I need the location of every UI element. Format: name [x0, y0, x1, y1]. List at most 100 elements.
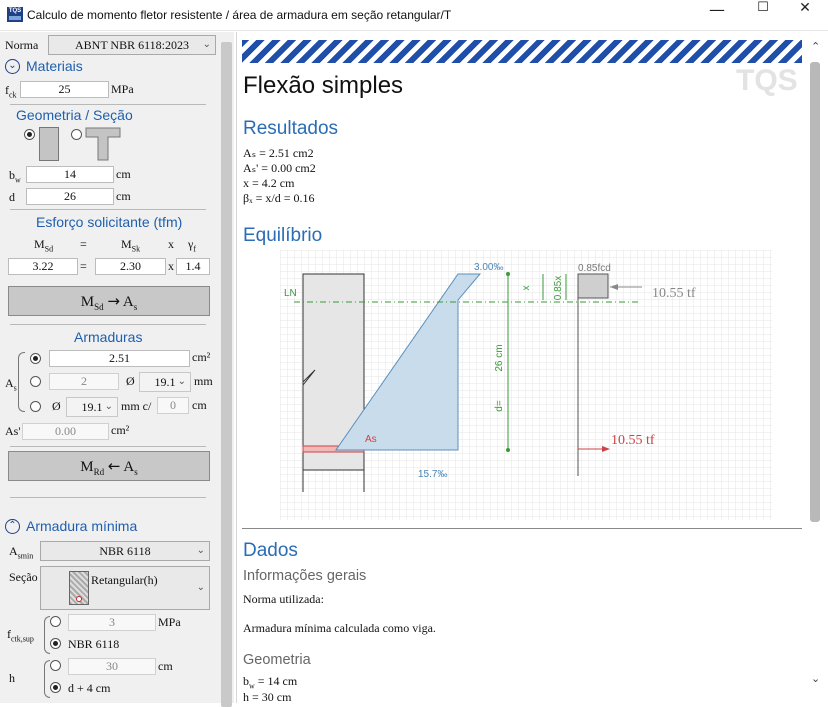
h-custom-radio[interactable] [50, 660, 61, 671]
geometria-title: Geometria / Seção [16, 107, 133, 123]
fctk-input[interactable]: 3 [68, 614, 156, 631]
d-dimension-label: 26 cm [494, 344, 505, 371]
msk-label: MSk [121, 237, 141, 254]
fctk-custom-radio[interactable] [50, 616, 61, 627]
fctk-norm-label: NBR 6118 [68, 637, 120, 651]
d-input[interactable]: 26 [26, 188, 114, 205]
bar-count-input[interactable]: 2 [49, 373, 119, 390]
divider [10, 497, 206, 498]
report-title: Flexão simples [243, 72, 404, 99]
fck-input[interactable]: 25 [20, 81, 109, 98]
divider [242, 528, 802, 529]
tqs-watermark: TQS [736, 64, 798, 97]
asl-input[interactable]: 0.00 [22, 423, 109, 440]
calc-as-button[interactable]: MSd → As [8, 286, 210, 316]
fck-label: fck [5, 83, 17, 100]
norma-select[interactable]: ABNT NBR 6118:2023 ⌄ [48, 35, 216, 55]
bottom-force-label: 10.55 tf [611, 433, 655, 448]
fctk-label: fctk,sup [7, 627, 34, 644]
diameter-select-2-value: 19.1 [81, 400, 103, 414]
compression-block [577, 273, 609, 299]
close-button[interactable]: ✕ [782, 0, 828, 31]
minima-line: Armadura mínima calculada como viga. [243, 621, 436, 635]
top-force-label: 10.55 tf [652, 286, 696, 301]
secao-select[interactable]: Retangular(h) ⌄ [40, 566, 210, 610]
section-t-radio[interactable] [71, 129, 82, 140]
ln-label: LN [284, 288, 297, 299]
msk-input[interactable]: 2.30 [95, 258, 166, 275]
collapse-materiais-icon[interactable]: ⌄ [5, 59, 20, 74]
dados-title: Dados [243, 540, 298, 561]
msd-label: MSd [34, 237, 54, 254]
fctk-norm-radio[interactable] [50, 638, 61, 649]
divider [10, 209, 206, 210]
d-equals-label: d= [494, 400, 505, 412]
gf-label: γf [188, 237, 196, 254]
materiais-title: Materiais [26, 58, 83, 74]
calc-mrd-button[interactable]: MRd ← As [8, 451, 210, 481]
equals-sign-2: = [80, 259, 87, 273]
bottom-strain-label: 15.7‰ [418, 469, 447, 480]
norma-line: Norma utilizada: [243, 592, 324, 606]
phi-symbol-2: Ø [52, 399, 61, 413]
times-sign-2: x [168, 259, 174, 273]
d-unit: cm [116, 189, 131, 203]
app-icon: TQS [7, 7, 23, 22]
chevron-down-icon: ⌄ [196, 545, 205, 556]
secao-select-value: Retangular(h) [91, 573, 158, 587]
h-label: h [9, 671, 15, 685]
divider [10, 324, 206, 325]
as-direct-radio[interactable] [30, 353, 41, 364]
as-spacing-radio[interactable] [30, 401, 41, 412]
mm-unit: mm [194, 374, 213, 388]
as-unit: cm² [192, 350, 211, 364]
msd-input[interactable]: 3.22 [8, 258, 78, 275]
bw-line: bw = 14 cm [243, 674, 298, 691]
minima-title: Armadura mínima [26, 518, 138, 534]
top-strain-label: 3.00‰ [474, 262, 503, 273]
equilibrio-title: Equilíbrio [243, 225, 323, 246]
section-rect-radio[interactable] [24, 129, 35, 140]
spacing-input[interactable]: 0 [157, 397, 189, 414]
armaduras-title: Armaduras [74, 329, 143, 345]
diameter-select-2[interactable]: 19.1 ⌄ [66, 397, 118, 417]
asl-unit: cm² [111, 423, 130, 437]
bw-input[interactable]: 14 [26, 166, 114, 183]
left-scrollbar-thumb[interactable] [221, 42, 232, 707]
rect-hatch-icon [69, 571, 89, 605]
esforco-title: Esforço solicitante (tfm) [36, 214, 183, 230]
collapse-minima-icon[interactable]: ⌃ [5, 519, 20, 534]
h-input[interactable]: 30 [68, 658, 156, 675]
result-line: Aₛ' = 0.00 cm2 [243, 161, 316, 175]
h-auto-label: d + 4 cm [68, 681, 111, 695]
rect-section-icon [39, 127, 59, 161]
chevron-down-icon: ⌄ [104, 401, 113, 412]
h-unit: cm [158, 659, 173, 673]
x-label: x [521, 286, 532, 291]
as-count-radio[interactable] [30, 376, 41, 387]
divider [10, 446, 206, 447]
mmc-unit: mm c/ [121, 399, 152, 413]
maximize-button[interactable]: ☐ [740, 0, 786, 31]
title-bar: TQS Calculo de momento fletor resistente… [0, 0, 828, 31]
minimize-button[interactable]: — [694, 0, 740, 31]
left-scrollbar[interactable] [220, 32, 234, 707]
as-diagram-label: As [365, 434, 377, 445]
asl-label: As' [5, 424, 21, 438]
asmin-select[interactable]: NBR 6118 ⌄ [40, 541, 210, 561]
norma-select-value: ABNT NBR 6118:2023 [74, 38, 189, 52]
fctk-unit: MPa [158, 615, 181, 629]
scroll-down-icon[interactable]: ⌄ [811, 672, 820, 685]
gf-input[interactable]: 1.4 [176, 258, 210, 275]
input-panel: Norma ABNT NBR 6118:2023 ⌄ ⌄ Materiais fc… [0, 32, 220, 703]
scroll-up-icon[interactable]: ⌃ [811, 40, 820, 53]
window-title: Calculo de momento fletor resistente / á… [27, 8, 452, 22]
diameter-select-1[interactable]: 19.1 ⌄ [139, 372, 191, 392]
as-input[interactable]: 2.51 [49, 350, 190, 367]
geometria-title: Geometria [243, 652, 311, 668]
h-auto-radio[interactable] [50, 682, 61, 693]
diameter-select-1-value: 19.1 [154, 375, 176, 389]
d-label: d [9, 190, 15, 204]
report-scrollbar-thumb[interactable] [810, 62, 820, 522]
as-label: As [5, 376, 17, 393]
